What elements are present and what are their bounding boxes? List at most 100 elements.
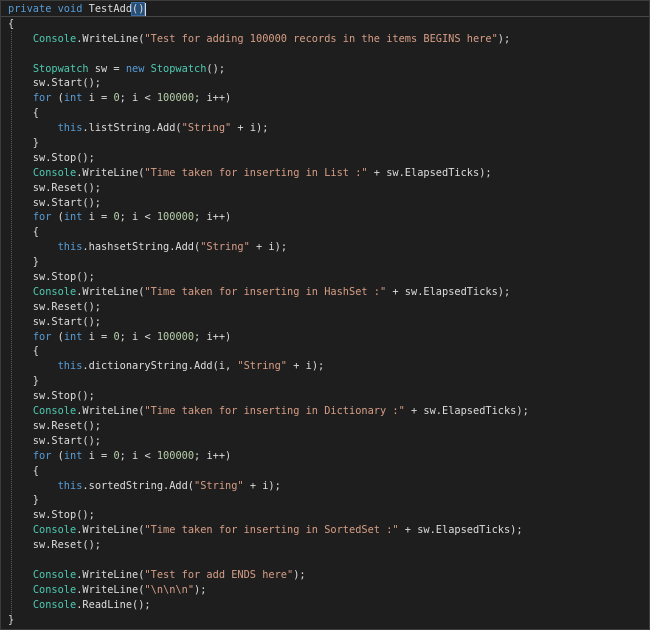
keyword-token: for	[32, 330, 52, 343]
code-line[interactable]: }	[8, 613, 529, 628]
code-line[interactable]: sw.Stop();	[8, 389, 529, 404]
code-token: {	[8, 464, 39, 477]
code-line[interactable]: sw.Start();	[8, 434, 529, 449]
type-token: Console	[32, 598, 77, 611]
code-line[interactable]: sw.Stop();	[8, 270, 529, 285]
code-line[interactable]: }	[8, 493, 529, 508]
code-line[interactable]: this.dictionaryString.Add(i, "String" + …	[8, 359, 529, 374]
code-line[interactable]: for (int i = 0; i < 100000; i++)	[8, 449, 529, 464]
code-line[interactable]: Console.WriteLine("\n\n\n");	[8, 583, 529, 598]
code-token: .WriteLine(	[76, 524, 145, 537]
code-token: .ReadLine();	[76, 598, 151, 611]
code-line[interactable]: this.sortedString.Add("String" + i);	[8, 479, 529, 494]
code-token: + i);	[243, 479, 281, 492]
type-token: Console	[32, 524, 77, 537]
code-line[interactable]: sw.Reset();	[8, 538, 529, 553]
code-token: .WriteLine(	[76, 405, 145, 418]
code-line[interactable]: sw.Stop();	[8, 508, 529, 523]
code-token: ; i <	[119, 92, 157, 105]
code-token: sw.Stop();	[8, 509, 95, 522]
code-line[interactable]: Console.WriteLine("Test for add ENDS her…	[8, 568, 529, 583]
code-line[interactable]: for (int i = 0; i < 100000; i++)	[8, 330, 529, 345]
code-line[interactable]: sw.Start();	[8, 76, 529, 91]
keyword-token: this	[57, 479, 83, 492]
code-token: (	[51, 449, 64, 462]
keyword-token: void	[57, 3, 83, 15]
code-line[interactable]: {	[8, 17, 529, 32]
code-line[interactable]: sw.Stop();	[8, 151, 529, 166]
code-line[interactable]: Console.WriteLine("Time taken for insert…	[8, 523, 529, 538]
code-token: .WriteLine(	[76, 583, 145, 596]
code-line[interactable]: this.listString.Add("String" + i);	[8, 121, 529, 136]
code-line[interactable]: {	[8, 464, 529, 479]
string-token: "String"	[200, 241, 250, 254]
keyword-token: new	[125, 62, 145, 75]
code-token: .WriteLine(	[76, 166, 145, 179]
code-token: ();	[206, 62, 226, 75]
keyword-token: int	[63, 211, 83, 224]
code-token: }	[8, 613, 15, 626]
keyword-token: for	[32, 449, 52, 462]
code-line[interactable]: sw.Start();	[8, 315, 529, 330]
code-token: .hashsetString.Add(	[82, 241, 201, 254]
code-token: i =	[82, 211, 114, 224]
keyword-token: int	[63, 92, 83, 105]
code-line[interactable]: sw.Reset();	[8, 419, 529, 434]
code-token: i =	[82, 449, 114, 462]
code-line[interactable]: for (int i = 0; i < 100000; i++)	[8, 91, 529, 106]
code-line[interactable]: Console.WriteLine("Time taken for insert…	[8, 404, 529, 419]
code-token: TestAdd	[82, 3, 133, 15]
code-editor[interactable]: private void TestAdd(){ Console.WriteLin…	[0, 0, 650, 630]
code-line[interactable]: this.hashsetString.Add("String" + i);	[8, 240, 529, 255]
code-line[interactable]: sw.Reset();	[8, 181, 529, 196]
string-token: "Time taken for inserting in Dictionary …	[144, 405, 405, 418]
code-line[interactable]: Console.WriteLine("Time taken for insert…	[8, 166, 529, 181]
code-line[interactable]: Stopwatch sw = new Stopwatch();	[8, 62, 529, 77]
keyword-token: for	[32, 211, 52, 224]
code-line[interactable]: Console.WriteLine("Test for adding 10000…	[8, 32, 529, 47]
code-line[interactable]: Console.WriteLine("Time taken for insert…	[8, 285, 529, 300]
code-line[interactable]: {	[8, 225, 529, 240]
code-token: i =	[82, 92, 114, 105]
code-token: + sw.ElapsedTicks);	[398, 524, 523, 537]
code-line[interactable]: }	[8, 255, 529, 270]
type-token: Console	[32, 405, 77, 418]
code-line[interactable]: {	[8, 106, 529, 121]
type-token: Console	[32, 285, 77, 298]
code-line[interactable]: }	[8, 374, 529, 389]
code-line[interactable]	[8, 553, 529, 568]
string-token: "String"	[194, 479, 244, 492]
code-token: }	[8, 375, 39, 388]
keyword-token: this	[57, 360, 83, 373]
code-line[interactable]: private void TestAdd()	[8, 2, 529, 17]
matched-brace-token: ()	[130, 2, 146, 16]
code-token: ; i <	[119, 330, 157, 343]
code-line[interactable]: sw.Start();	[8, 196, 529, 211]
string-token: "String"	[181, 122, 232, 135]
code-content[interactable]: private void TestAdd(){ Console.WriteLin…	[8, 2, 529, 627]
string-token: "Test for adding 100000 records in the i…	[144, 32, 498, 45]
code-line[interactable]	[8, 47, 529, 62]
code-line[interactable]: }	[8, 136, 529, 151]
code-token: sw.Start();	[8, 434, 101, 447]
string-token: "Test for add ENDS here"	[144, 568, 294, 581]
string-token: "Time taken for inserting in HashSet :"	[144, 285, 387, 298]
code-token: ; i++)	[194, 449, 232, 462]
code-token: .WriteLine(	[76, 285, 145, 298]
code-line[interactable]: {	[8, 344, 529, 359]
code-line[interactable]: for (int i = 0; i < 100000; i++)	[8, 210, 529, 225]
text-caret	[145, 3, 146, 16]
code-token: sw.Reset();	[8, 300, 101, 313]
code-token: ; i++)	[194, 211, 232, 224]
code-line[interactable]: sw.Reset();	[8, 300, 529, 315]
code-token: );	[194, 583, 207, 596]
number-token: 100000	[156, 211, 195, 224]
code-line[interactable]: Console.ReadLine();	[8, 598, 529, 613]
keyword-token: int	[63, 449, 83, 462]
code-token: sw.Stop();	[8, 271, 95, 284]
